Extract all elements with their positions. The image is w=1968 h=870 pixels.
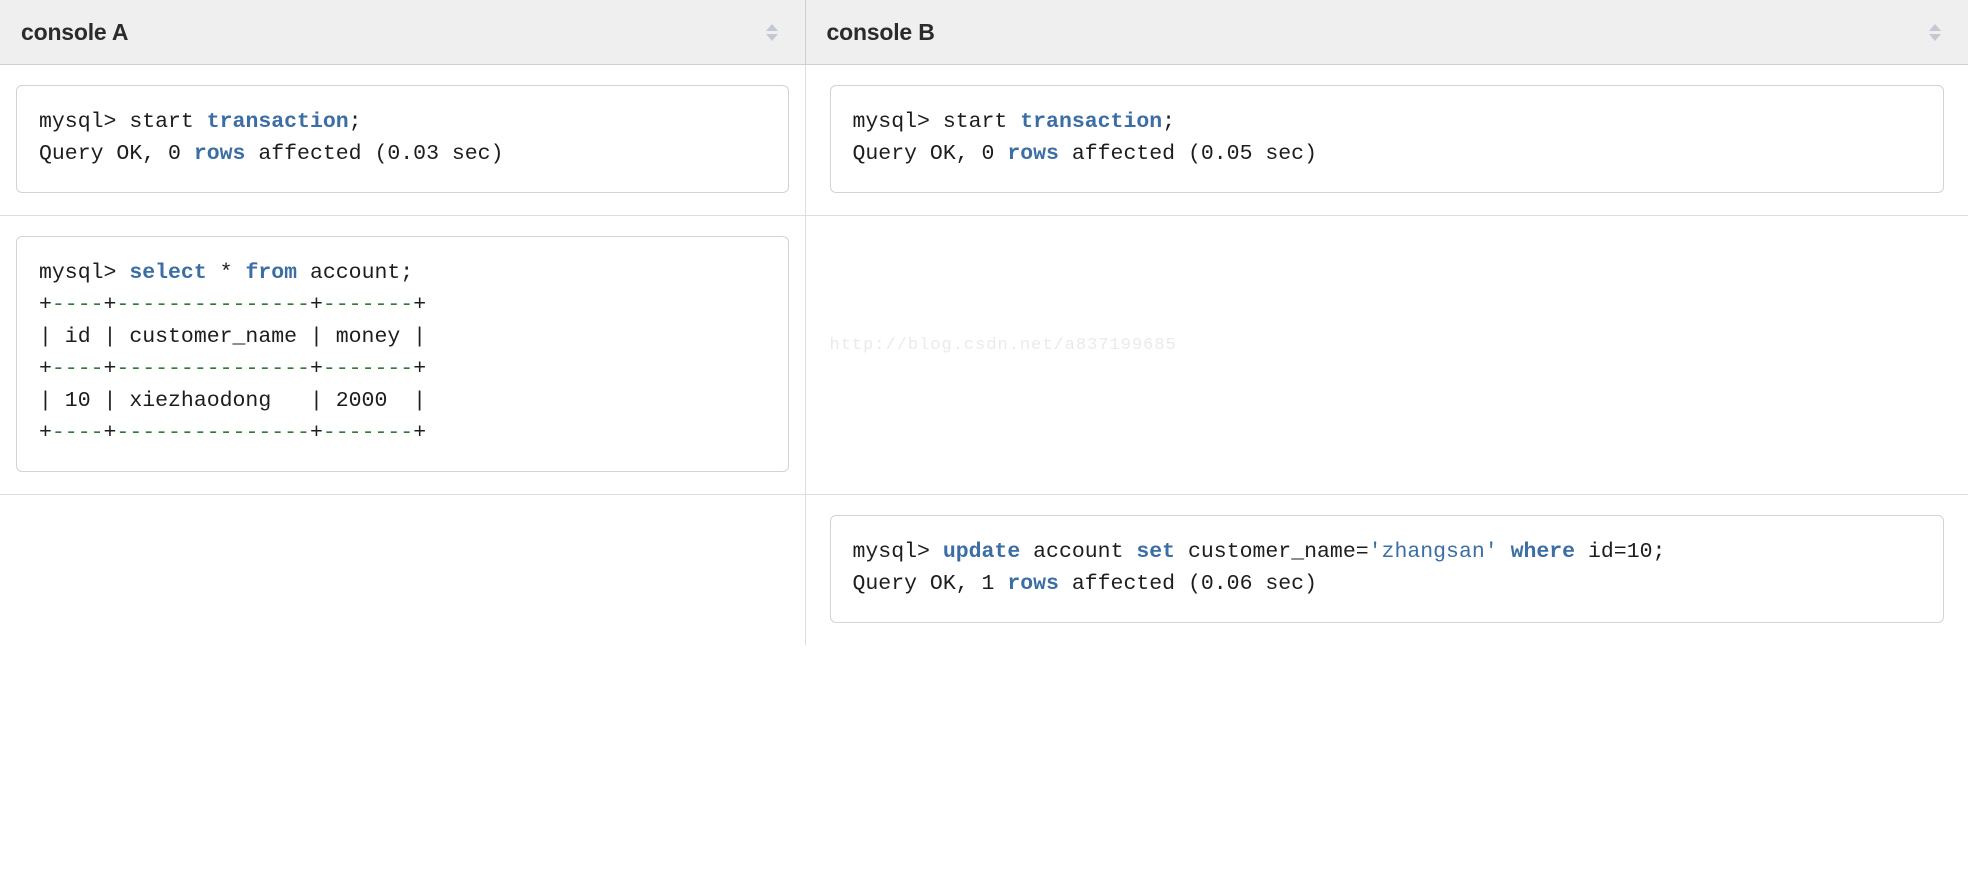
sort-descending-arrow-a [765,33,778,41]
empty-cell-placeholder: http://blog.csdn.net/a837199685 [806,216,1968,355]
console-comparison-table: console A console B mysql> start transac… [0,0,1968,645]
code-block-b-update-account: mysql> update account set customer_name=… [829,515,1944,623]
sort-ascending-arrow-a [765,23,778,31]
code-block-a-select-account: mysql> select * from account; +----+----… [16,236,789,472]
header-row: console A console B [0,0,1968,65]
table-row: mysql> start transaction; Query OK, 0 ro… [0,64,1968,216]
sort-updown-icon-a[interactable] [765,23,779,41]
watermark-text: http://blog.csdn.net/a837199685 [829,336,1177,355]
table-body: mysql> start transaction; Query OK, 0 ro… [0,64,1968,645]
code-block-b-start-transaction: mysql> start transaction; Query OK, 0 ro… [829,85,1944,193]
cell-b-row1: mysql> start transaction; Query OK, 0 ro… [805,64,1968,216]
code-text: mysql> select * from account; +----+----… [39,261,427,445]
code-text: mysql> start transaction; Query OK, 0 ro… [852,110,1317,166]
code-text: mysql> update account set customer_name=… [852,540,1666,596]
sort-ascending-arrow-b [1929,23,1941,31]
sort-updown-icon-b[interactable] [1928,23,1942,41]
sort-descending-arrow-b [1929,33,1941,41]
column-title-console-a: console A [21,18,129,45]
empty-cell-placeholder [0,495,805,577]
table-row: mysql> select * from account; +----+----… [0,215,1968,495]
table-row: mysql> update account set customer_name=… [0,494,1968,645]
column-header-console-b[interactable]: console B [805,0,1968,65]
column-title-console-b: console B [826,18,935,45]
cell-a-row1: mysql> start transaction; Query OK, 0 ro… [0,64,806,216]
code-block-a-start-transaction: mysql> start transaction; Query OK, 0 ro… [16,85,789,193]
cell-a-row2: mysql> select * from account; +----+----… [0,215,806,495]
cell-a-row3-empty [0,494,806,645]
column-header-console-a[interactable]: console A [0,0,806,65]
table-header: console A console B [0,0,1968,65]
code-text: mysql> start transaction; Query OK, 0 ro… [39,110,504,166]
cell-b-row2-empty: http://blog.csdn.net/a837199685 [805,215,1968,495]
cell-b-row3: mysql> update account set customer_name=… [805,494,1968,645]
